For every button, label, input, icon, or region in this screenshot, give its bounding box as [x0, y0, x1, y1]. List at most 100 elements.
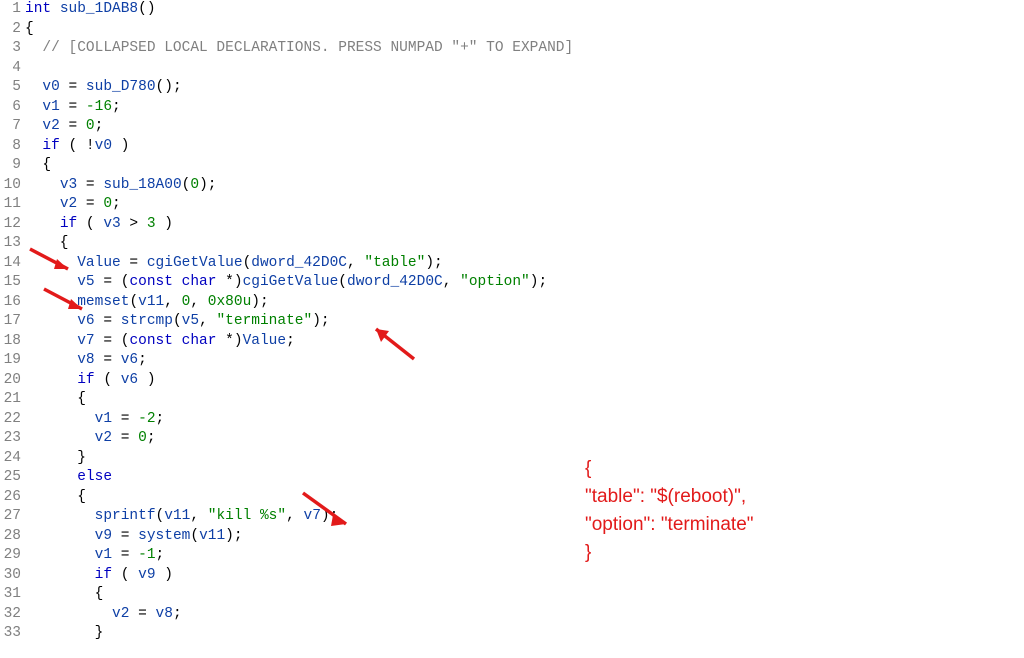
json-annotation: { "table": "$(reboot)", "option": "termi…	[585, 455, 754, 567]
line-number: 12	[0, 215, 25, 235]
line-number: 1	[0, 0, 25, 20]
code-line[interactable]: 17 v6 = strcmp(v5, "terminate");	[0, 312, 1024, 332]
code-line[interactable]: 21 {	[0, 390, 1024, 410]
code-content[interactable]: v0 = sub_D780();	[25, 78, 182, 98]
code-content[interactable]: v2 = v8;	[25, 605, 182, 625]
arrow-annotation	[30, 249, 80, 279]
line-number: 27	[0, 507, 25, 527]
code-content[interactable]: if ( v6 )	[25, 371, 156, 391]
line-number: 18	[0, 332, 25, 352]
code-line[interactable]: 1int sub_1DAB8()	[0, 0, 1024, 20]
line-number: 22	[0, 410, 25, 430]
code-line[interactable]: 26 {	[0, 488, 1024, 508]
code-content[interactable]: v5 = (const char *)cgiGetValue(dword_42D…	[25, 273, 547, 293]
code-line[interactable]: 7 v2 = 0;	[0, 117, 1024, 137]
code-line[interactable]: 29 v1 = -1;	[0, 546, 1024, 566]
line-number: 28	[0, 527, 25, 547]
line-number: 21	[0, 390, 25, 410]
line-number: 33	[0, 624, 25, 644]
code-line[interactable]: 8 if ( !v0 )	[0, 137, 1024, 157]
code-line[interactable]: 15 v5 = (const char *)cgiGetValue(dword_…	[0, 273, 1024, 293]
code-line[interactable]: 14 Value = cgiGetValue(dword_42D0C, "tab…	[0, 254, 1024, 274]
code-content[interactable]: v2 = 0;	[25, 195, 121, 215]
line-number: 25	[0, 468, 25, 488]
annot-line: "option": "terminate"	[585, 511, 754, 539]
code-content[interactable]: }	[25, 624, 103, 644]
line-number: 20	[0, 371, 25, 391]
code-content[interactable]: v3 = sub_18A00(0);	[25, 176, 216, 196]
code-content[interactable]: v7 = (const char *)Value;	[25, 332, 295, 352]
line-number: 8	[0, 137, 25, 157]
code-content[interactable]: v2 = 0;	[25, 117, 103, 137]
line-number: 7	[0, 117, 25, 137]
code-content[interactable]: if ( v3 > 3 )	[25, 215, 173, 235]
code-line[interactable]: 9 {	[0, 156, 1024, 176]
line-number: 29	[0, 546, 25, 566]
code-line[interactable]: 32 v2 = v8;	[0, 605, 1024, 625]
code-line[interactable]: 23 v2 = 0;	[0, 429, 1024, 449]
code-line[interactable]: 33 }	[0, 624, 1024, 644]
line-number: 9	[0, 156, 25, 176]
code-content[interactable]: {	[25, 585, 103, 605]
code-line[interactable]: 19 v8 = v6;	[0, 351, 1024, 371]
code-line[interactable]: 5 v0 = sub_D780();	[0, 78, 1024, 98]
code-line[interactable]: 12 if ( v3 > 3 )	[0, 215, 1024, 235]
code-content[interactable]: {	[25, 488, 86, 508]
code-content[interactable]: int sub_1DAB8()	[25, 0, 156, 20]
code-line[interactable]: 30 if ( v9 )	[0, 566, 1024, 586]
line-number: 32	[0, 605, 25, 625]
line-number: 24	[0, 449, 25, 469]
line-number: 14	[0, 254, 25, 274]
line-number: 6	[0, 98, 25, 118]
line-number: 26	[0, 488, 25, 508]
annot-line: {	[585, 455, 754, 483]
code-line[interactable]: 10 v3 = sub_18A00(0);	[0, 176, 1024, 196]
code-content[interactable]: v9 = system(v11);	[25, 527, 243, 547]
code-editor[interactable]: 1int sub_1DAB8()2{3 // [COLLAPSED LOCAL …	[0, 0, 1024, 644]
code-line[interactable]: 3 // [COLLAPSED LOCAL DECLARATIONS. PRES…	[0, 39, 1024, 59]
line-number: 11	[0, 195, 25, 215]
line-number: 17	[0, 312, 25, 332]
code-content[interactable]: Value = cgiGetValue(dword_42D0C, "table"…	[25, 254, 443, 274]
code-content[interactable]: if ( v9 )	[25, 566, 173, 586]
line-number: 31	[0, 585, 25, 605]
code-line[interactable]: 27 sprintf(v11, "kill %s", v7);	[0, 507, 1024, 527]
code-content[interactable]: v2 = 0;	[25, 429, 156, 449]
line-number: 10	[0, 176, 25, 196]
line-number: 23	[0, 429, 25, 449]
code-line[interactable]: 25 else	[0, 468, 1024, 488]
code-content[interactable]: {	[25, 390, 86, 410]
code-content[interactable]: if ( !v0 )	[25, 137, 129, 157]
code-line[interactable]: 18 v7 = (const char *)Value;	[0, 332, 1024, 352]
arrow-annotation	[372, 325, 422, 365]
code-line[interactable]: 22 v1 = -2;	[0, 410, 1024, 430]
code-line[interactable]: 31 {	[0, 585, 1024, 605]
code-line[interactable]: 11 v2 = 0;	[0, 195, 1024, 215]
code-content[interactable]: v1 = -1;	[25, 546, 164, 566]
code-line[interactable]: 24 }	[0, 449, 1024, 469]
annot-line: "table": "$(reboot)",	[585, 483, 754, 511]
code-content[interactable]: v8 = v6;	[25, 351, 147, 371]
code-line[interactable]: 28 v9 = system(v11);	[0, 527, 1024, 547]
line-number: 5	[0, 78, 25, 98]
line-number: 16	[0, 293, 25, 313]
arrow-annotation	[44, 289, 94, 319]
line-number: 13	[0, 234, 25, 254]
code-line[interactable]: 4	[0, 59, 1024, 79]
code-content[interactable]: v1 = -2;	[25, 410, 164, 430]
code-line[interactable]: 2{	[0, 20, 1024, 40]
code-content[interactable]: sprintf(v11, "kill %s", v7);	[25, 507, 338, 527]
code-content[interactable]: {	[25, 20, 34, 40]
code-content[interactable]: v1 = -16;	[25, 98, 121, 118]
code-content[interactable]: // [COLLAPSED LOCAL DECLARATIONS. PRESS …	[25, 39, 573, 59]
code-line[interactable]: 20 if ( v6 )	[0, 371, 1024, 391]
code-line[interactable]: 6 v1 = -16;	[0, 98, 1024, 118]
code-line[interactable]: 13 {	[0, 234, 1024, 254]
arrow-annotation	[298, 488, 358, 533]
line-number: 19	[0, 351, 25, 371]
annot-line: }	[585, 539, 754, 567]
code-line[interactable]: 16 memset(v11, 0, 0x80u);	[0, 293, 1024, 313]
code-content[interactable]: }	[25, 449, 86, 469]
code-content[interactable]: {	[25, 156, 51, 176]
code-content[interactable]: else	[25, 468, 112, 488]
